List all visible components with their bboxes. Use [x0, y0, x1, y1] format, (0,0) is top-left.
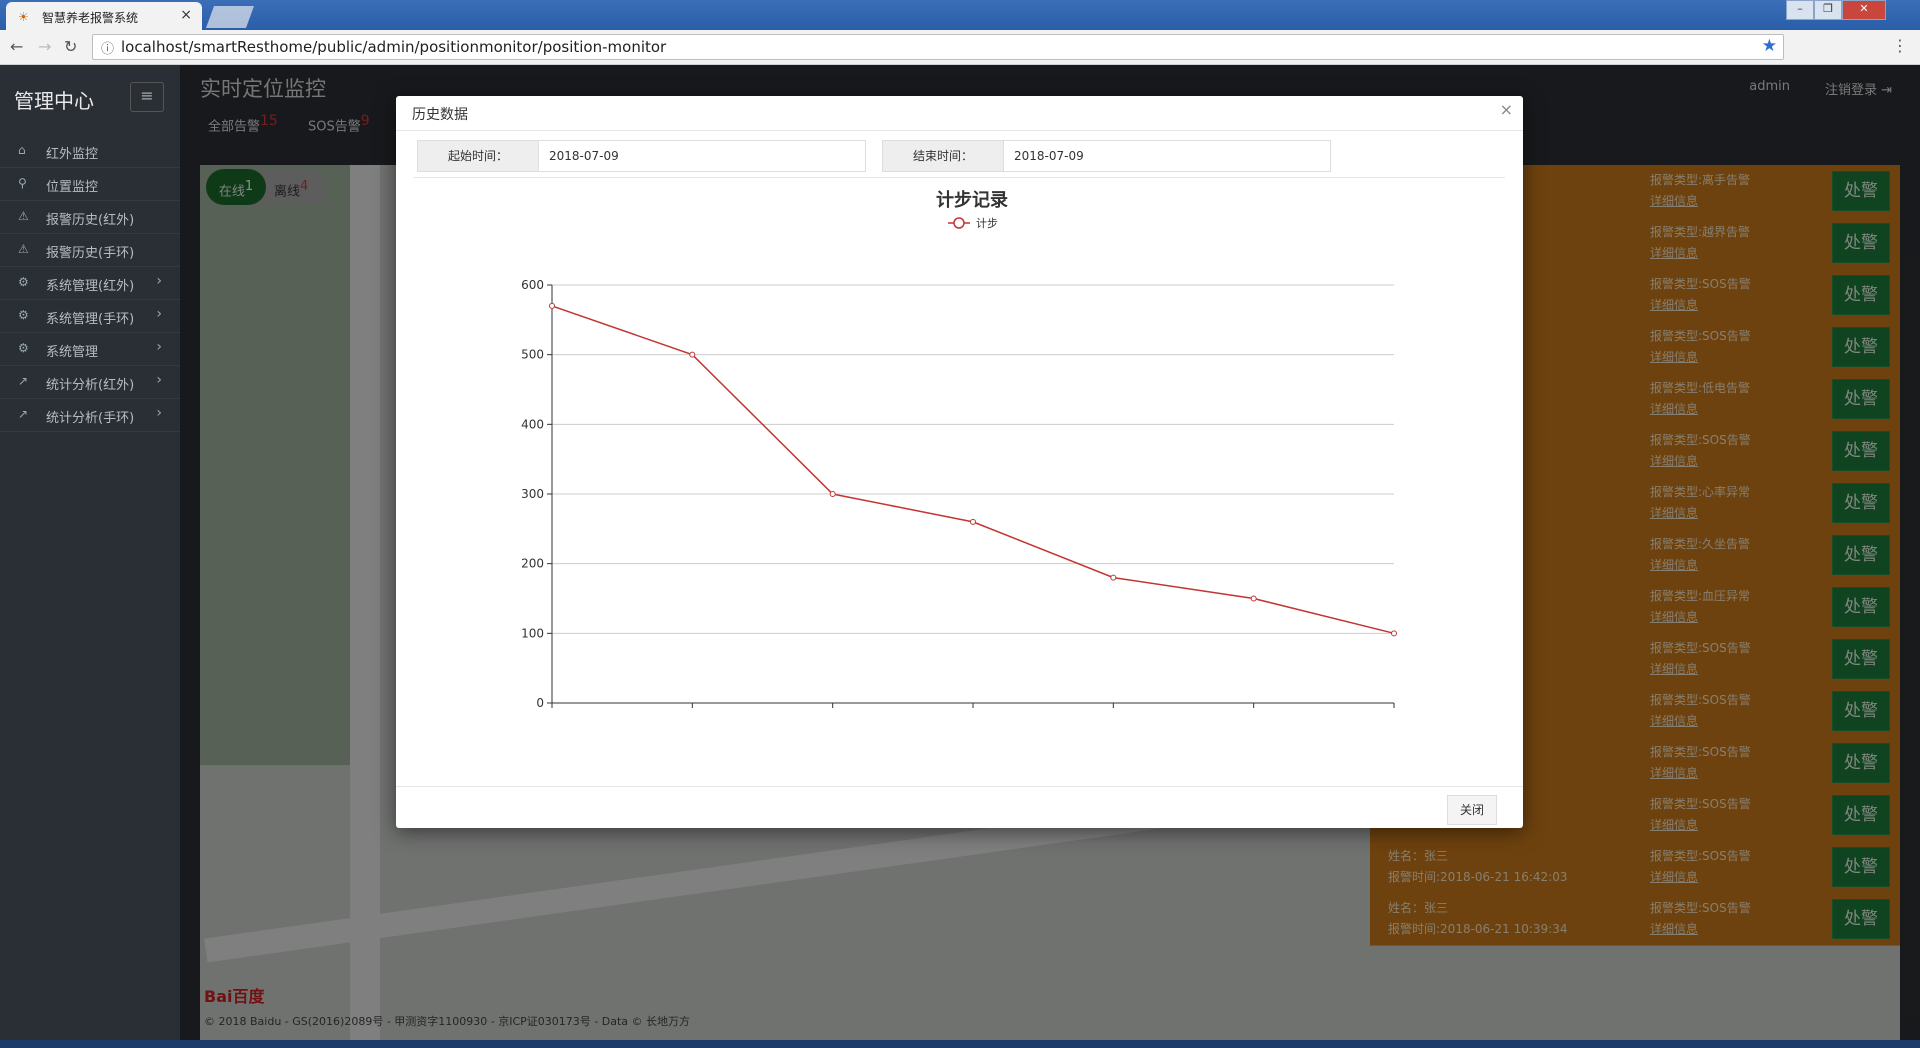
y-tick-label: 300: [521, 487, 544, 501]
sidebar-item-alarm-history-infrared[interactable]: ⚠ 报警历史(红外): [0, 201, 180, 234]
sidebar-item-label: 位置监控: [46, 180, 99, 195]
sidebar-item-stats-band[interactable]: ↗ 统计分析(手环) ›: [0, 399, 180, 432]
home-icon: ⌂: [18, 143, 26, 157]
history-modal: 历史数据 × 起始时间： 2018-07-09 结束时间： 2018-07-09…: [396, 96, 1523, 828]
chevron-right-icon: ›: [156, 372, 162, 388]
line-chart-icon: ↗: [18, 407, 29, 421]
window-close-icon[interactable]: ✕: [1842, 0, 1886, 20]
warning-icon: ⚠: [18, 209, 29, 223]
tab-close-icon[interactable]: ×: [180, 7, 192, 23]
divider: [414, 177, 1505, 178]
modal-footer: 关闭: [396, 786, 1523, 829]
chevron-right-icon: ›: [156, 273, 162, 289]
forward-icon[interactable]: →: [38, 37, 51, 56]
end-time-input[interactable]: 2018-07-09: [1002, 140, 1331, 172]
sidebar-item-position-monitor[interactable]: ⚲ 位置监控: [0, 168, 180, 201]
sidebar: 管理中心 ≡ ⌂ 红外监控 ⚲ 位置监控 ⚠ 报警历史(红外) ⚠ 报警历史(手…: [0, 65, 180, 1040]
y-tick-label: 500: [521, 348, 544, 362]
close-button[interactable]: 关闭: [1447, 795, 1497, 825]
data-point: [549, 302, 555, 309]
chart-title: 计步记录: [936, 189, 1008, 211]
sidebar-item-infrared-monitor[interactable]: ⌂ 红外监控: [0, 135, 180, 168]
modal-header: 历史数据 ×: [396, 96, 1523, 131]
sidebar-item-system-infrared[interactable]: ⚙ 系统管理(红外) ›: [0, 267, 180, 300]
y-tick-label: 0: [536, 696, 544, 708]
end-time-label: 结束时间：: [882, 140, 1004, 172]
browser-tab-bar: ☀ 智慧养老报警系统 × – ❐ ✕: [0, 0, 1920, 30]
sidebar-item-label: 系统管理(红外): [46, 279, 135, 294]
y-tick-label: 100: [521, 626, 544, 640]
sidebar-item-stats-infrared[interactable]: ↗ 统计分析(红外) ›: [0, 366, 180, 399]
reload-icon[interactable]: ↻: [64, 37, 77, 56]
sidebar-item-label: 报警历史(手环): [46, 246, 135, 261]
address-bar: ← → ↻ ⓘ localhost/smartResthome/public/a…: [0, 30, 1920, 65]
data-point: [970, 518, 976, 525]
legend-marker: [953, 217, 965, 229]
sidebar-item-alarm-history-band[interactable]: ⚠ 报警历史(手环): [0, 234, 180, 267]
restore-icon[interactable]: ❐: [1814, 0, 1842, 20]
data-point: [829, 491, 836, 497]
sidebar-item-label: 红外监控: [46, 147, 99, 162]
gear-icon: ⚙: [18, 275, 29, 289]
new-tab-button[interactable]: [205, 6, 255, 28]
sidebar-item-system-band[interactable]: ⚙ 系统管理(手环) ›: [0, 300, 180, 333]
gear-icon: ⚙: [18, 308, 29, 322]
data-point: [1391, 630, 1397, 637]
brand-title: 管理中心: [14, 89, 94, 113]
step-chart: 计步记录计步010020030040050060007-09 21:5607-0…: [521, 189, 1397, 708]
line-chart-icon: ↗: [18, 374, 29, 388]
bookmark-star-icon[interactable]: ★: [1762, 36, 1777, 56]
browser-tab[interactable]: ☀ 智慧养老报警系统 ×: [6, 2, 202, 30]
start-time-input[interactable]: 2018-07-09: [537, 140, 866, 172]
sidebar-item-label: 报警历史(红外): [46, 213, 135, 228]
url-text: localhost/smartResthome/public/admin/pos…: [121, 38, 667, 56]
data-point: [689, 351, 696, 358]
chevron-right-icon: ›: [156, 405, 162, 421]
sidebar-item-label: 统计分析(手环): [46, 411, 135, 426]
modal-title: 历史数据: [412, 107, 468, 123]
data-point: [1250, 595, 1257, 602]
tab-title: 智慧养老报警系统: [42, 11, 139, 25]
chevron-right-icon: ›: [156, 339, 162, 355]
back-icon[interactable]: ←: [10, 37, 23, 56]
y-tick-label: 400: [521, 417, 544, 431]
info-icon[interactable]: ⓘ: [101, 38, 114, 57]
y-tick-label: 600: [521, 278, 544, 292]
warning-icon: ⚠: [18, 242, 29, 256]
favicon-icon: ☀: [18, 10, 29, 24]
sidebar-item-label: 统计分析(红外): [46, 378, 135, 393]
sidebar-item-label: 系统管理(手环): [46, 312, 135, 327]
legend-label: 计步: [976, 217, 998, 230]
start-time-label: 起始时间：: [417, 140, 539, 172]
y-tick-label: 200: [521, 557, 544, 571]
sidebar-item-system[interactable]: ⚙ 系统管理 ›: [0, 333, 180, 366]
minimize-icon[interactable]: –: [1786, 0, 1814, 20]
chevron-right-icon: ›: [156, 306, 162, 322]
os-taskbar: [0, 1040, 1920, 1048]
close-icon[interactable]: ×: [1500, 100, 1513, 119]
sidebar-item-label: 系统管理: [46, 345, 99, 360]
gear-icon: ⚙: [18, 341, 29, 355]
menu-toggle-icon[interactable]: ≡: [130, 82, 164, 112]
data-point: [1110, 574, 1117, 581]
browser-menu-icon[interactable]: ⋮: [1892, 36, 1908, 55]
url-input[interactable]: ⓘ localhost/smartResthome/public/admin/p…: [92, 34, 1784, 60]
map-pin-icon: ⚲: [18, 176, 27, 190]
